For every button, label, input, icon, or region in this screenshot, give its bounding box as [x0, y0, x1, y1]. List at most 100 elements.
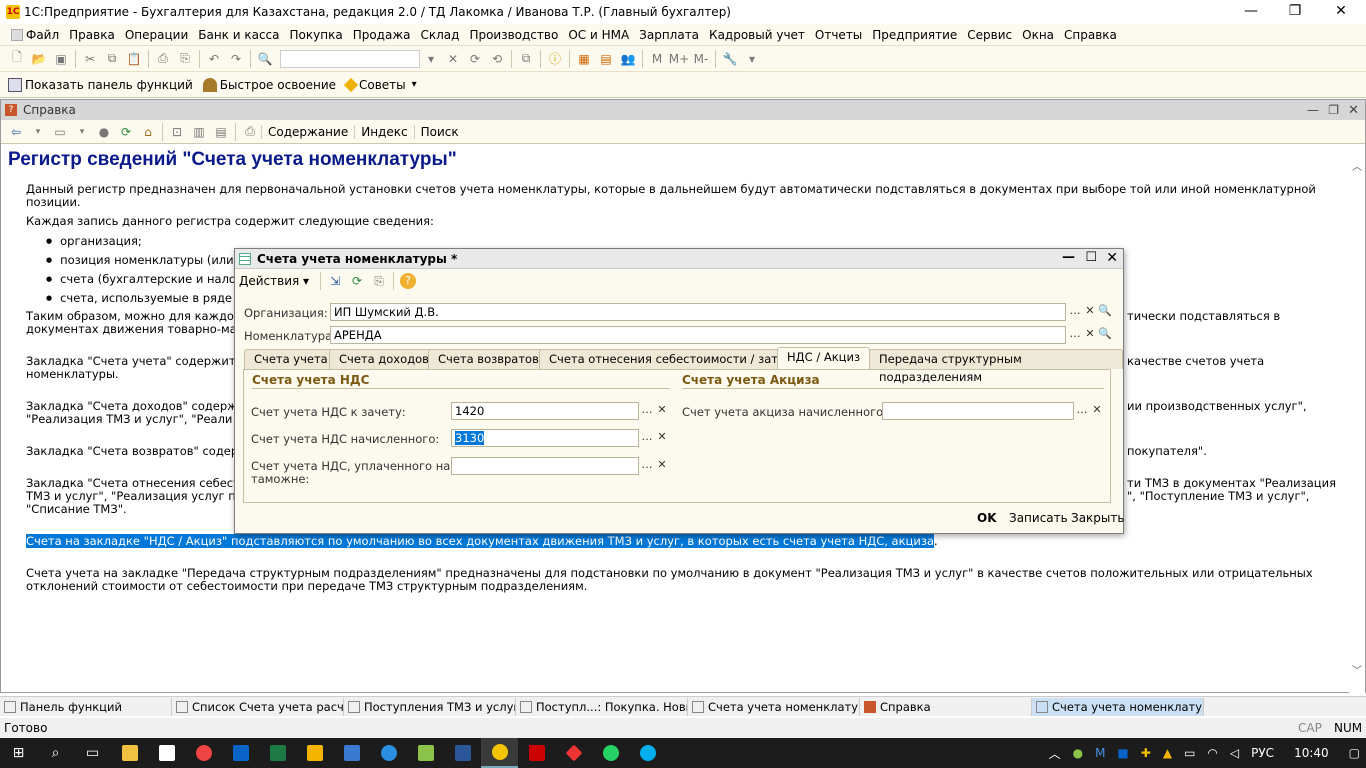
calculator-icon[interactable]: ▦	[573, 48, 595, 70]
help-restore-button[interactable]: ❐	[1328, 103, 1339, 117]
tray-volume-icon[interactable]: ◁	[1230, 746, 1239, 760]
menu-bank[interactable]: Банк и касса	[193, 28, 284, 42]
word-icon[interactable]	[444, 738, 481, 768]
search-app-icon[interactable]	[333, 738, 370, 768]
dialog-close-button[interactable]: ✕	[1106, 250, 1118, 266]
vat-accrued-field[interactable]: 3130	[451, 429, 639, 447]
home-icon[interactable]: ⌂	[137, 121, 159, 143]
notifications-icon[interactable]: ▢	[1349, 746, 1360, 760]
menu-hr[interactable]: Кадровый учет	[704, 28, 810, 42]
tray-language[interactable]: РУС	[1251, 746, 1274, 760]
task-accounts-list[interactable]: Список Счета учета расчет...	[172, 697, 344, 716]
tips-button[interactable]: Советы ▾	[343, 77, 417, 92]
menu-enterprise[interactable]: Предприятие	[867, 28, 962, 42]
help-contents-link[interactable]: Содержание	[261, 124, 354, 139]
redo-icon[interactable]: ↷	[225, 48, 247, 70]
dropdown-arrow-icon[interactable]: ▾	[420, 48, 442, 70]
anydesk-icon[interactable]	[555, 738, 592, 768]
quick-learning-button[interactable]: Быстрое освоение	[202, 77, 336, 92]
vat-offset-field[interactable]: 1420	[451, 402, 639, 420]
excise-accrued-field[interactable]	[882, 402, 1074, 420]
task-view-icon[interactable]: ▭	[74, 738, 111, 768]
vat-customs-select-icon[interactable]: …	[639, 458, 655, 474]
menu-service[interactable]: Сервис	[962, 28, 1017, 42]
1c-icon[interactable]	[481, 738, 518, 768]
settings-tools-icon[interactable]: 🔧	[719, 48, 741, 70]
menu-salary[interactable]: Зарплата	[634, 28, 704, 42]
dialog-minimize-button[interactable]: —	[1062, 250, 1075, 265]
tray-mail-icon[interactable]: M	[1095, 746, 1105, 760]
vat-offset-select-icon[interactable]: …	[639, 403, 655, 419]
task-receipts[interactable]: Поступления ТМЗ и услуг	[344, 697, 516, 716]
menu-reports[interactable]: Отчеты	[810, 28, 867, 42]
actions-menu[interactable]: Действия ▾	[239, 274, 309, 288]
find-next-icon[interactable]: ⟳	[464, 48, 486, 70]
tab-income[interactable]: Счета доходов	[329, 349, 439, 369]
find-prev-icon[interactable]: ⟲	[486, 48, 508, 70]
restore-button[interactable]: ❐	[1272, 0, 1318, 24]
tray-clock[interactable]: 10:40	[1294, 746, 1329, 760]
tray-people-icon[interactable]: ●	[1073, 746, 1083, 760]
ie-icon[interactable]	[370, 738, 407, 768]
excise-clear-icon[interactable]: ✕	[1089, 403, 1105, 419]
save-button[interactable]: Записать	[1009, 511, 1068, 525]
vat-offset-clear-icon[interactable]: ✕	[654, 403, 670, 419]
menu-file[interactable]: Файл	[6, 28, 64, 42]
clear-search-icon[interactable]: ✕	[442, 48, 464, 70]
info-icon[interactable]: ⓘ	[544, 48, 566, 70]
task-functions-panel[interactable]: Панель функций	[0, 697, 172, 716]
tab-cost[interactable]: Счета отнесения себестоимости / затрат	[539, 349, 809, 369]
menu-edit[interactable]: Правка	[64, 28, 120, 42]
back-dropdown-icon[interactable]: ▾	[27, 121, 49, 143]
tray-drive-icon[interactable]: ▲	[1163, 746, 1172, 760]
forward-dropdown-icon[interactable]: ▾	[71, 121, 93, 143]
tray-wifi-icon[interactable]: ◠	[1207, 746, 1217, 760]
organization-select-icon[interactable]: …	[1067, 304, 1083, 320]
task-nomenclature-accounts-edit[interactable]: Счета учета номенклатуры *	[1032, 697, 1204, 716]
save-close-icon[interactable]: ⇲	[324, 270, 346, 292]
find-in-help-icon[interactable]: ⊡	[166, 121, 188, 143]
nomenclature-select-icon[interactable]: …	[1067, 327, 1083, 343]
show-functions-panel-button[interactable]: Показать панель функций	[8, 77, 193, 92]
users-icon[interactable]: 👥	[617, 48, 639, 70]
find-icon[interactable]: 🔍	[254, 48, 276, 70]
back-icon[interactable]: ⇦	[5, 121, 27, 143]
task-nomenclature-accounts[interactable]: Счета учета номенклатуры	[688, 697, 860, 716]
task-receipt-new[interactable]: Поступл...: Покупка. Новый *	[516, 697, 688, 716]
explorer-icon[interactable]	[111, 738, 148, 768]
bookmark-icon[interactable]: ▤	[210, 121, 232, 143]
vat-accrued-clear-icon[interactable]: ✕	[654, 430, 670, 446]
tab-accounts[interactable]: Счета учета	[244, 349, 338, 369]
calendar-icon[interactable]: ▤	[595, 48, 617, 70]
undo-icon[interactable]: ↶	[203, 48, 225, 70]
print-icon[interactable]: ⎙	[152, 48, 174, 70]
acrobat-icon[interactable]	[518, 738, 555, 768]
menu-operations[interactable]: Операции	[120, 28, 193, 42]
skype-icon[interactable]	[629, 738, 666, 768]
organization-open-icon[interactable]: 🔍	[1097, 304, 1113, 320]
nomenclature-field[interactable]: АРЕНДА	[330, 326, 1066, 344]
open-folder-icon[interactable]: 📂	[28, 48, 50, 70]
tips-dropdown-icon[interactable]: ▾	[412, 79, 417, 90]
help-paragraph-selected[interactable]: Счета на закладке "НДС / Акциз" подставл…	[26, 534, 1336, 548]
help-search-link[interactable]: Поиск	[413, 124, 465, 139]
paste-icon[interactable]: 📋	[123, 48, 145, 70]
toolbar-more-icon[interactable]: ▾	[741, 48, 763, 70]
sync-icon[interactable]: ▥	[188, 121, 210, 143]
tray-battery-icon[interactable]: ▭	[1184, 746, 1195, 760]
dialog-maximize-button[interactable]: ☐	[1085, 250, 1097, 265]
save-icon[interactable]: ▣	[50, 48, 72, 70]
menu-help[interactable]: Справка	[1059, 28, 1122, 42]
nomenclature-open-icon[interactable]: 🔍	[1097, 327, 1113, 343]
forward-icon[interactable]: ▭	[49, 121, 71, 143]
excel-icon[interactable]	[259, 738, 296, 768]
stop-icon[interactable]: ●	[93, 121, 115, 143]
menu-production[interactable]: Производство	[464, 28, 563, 42]
menu-windows[interactable]: Окна	[1017, 28, 1059, 42]
vat-accrued-select-icon[interactable]: …	[639, 430, 655, 446]
close-button[interactable]: ✕	[1318, 0, 1364, 24]
store-icon[interactable]	[148, 738, 185, 768]
android-icon[interactable]	[407, 738, 444, 768]
excise-select-icon[interactable]: …	[1074, 403, 1090, 419]
tray-add-icon[interactable]: ✚	[1141, 746, 1151, 760]
